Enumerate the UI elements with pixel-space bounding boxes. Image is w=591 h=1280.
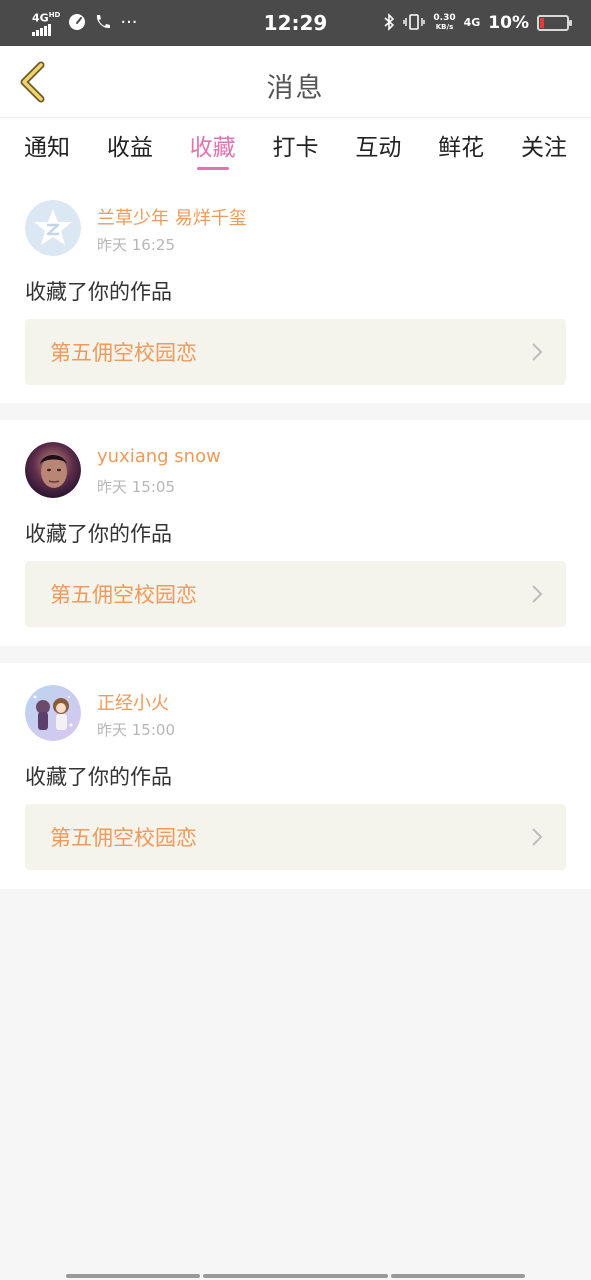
user-name[interactable]: 兰草少年 易烊千玺 bbox=[97, 204, 247, 230]
work-title: 第五佣空校园恋 bbox=[50, 583, 197, 607]
battery-icon bbox=[537, 15, 572, 31]
timestamp: 昨天 16:25 bbox=[97, 236, 175, 254]
work-title: 第五佣空校园恋 bbox=[50, 341, 197, 365]
action-text: 收藏了你的作品 bbox=[25, 280, 172, 304]
user-name[interactable]: yuxiang snow bbox=[97, 446, 221, 467]
tab-bar: 通知 收益 收藏 打卡 互动 鲜花 关注 bbox=[0, 118, 591, 178]
message-card: 兰草少年 易烊千玺 昨天 16:25 收藏了你的作品 第五佣空校园恋 bbox=[0, 178, 591, 403]
status-right: 0.30 KB/s 4G 10% bbox=[383, 12, 572, 34]
header: 消息 bbox=[0, 46, 591, 118]
timestamp: 昨天 15:05 bbox=[97, 478, 175, 496]
tab-favorites[interactable]: 收藏 bbox=[190, 118, 236, 178]
action-text: 收藏了你的作品 bbox=[25, 765, 172, 789]
speedometer-icon bbox=[68, 13, 86, 34]
more-dots-icon: ··· bbox=[120, 12, 138, 33]
chevron-right-icon bbox=[532, 828, 543, 846]
tab-notifications[interactable]: 通知 bbox=[24, 118, 70, 178]
chevron-right-icon bbox=[532, 585, 543, 603]
tab-flowers[interactable]: 鲜花 bbox=[438, 118, 484, 178]
network2-label: 4G bbox=[463, 16, 481, 29]
work-link[interactable]: 第五佣空校园恋 bbox=[25, 804, 566, 870]
chevron-right-icon bbox=[532, 343, 543, 361]
work-link[interactable]: 第五佣空校园恋 bbox=[25, 561, 566, 627]
nav-home-gesture[interactable] bbox=[203, 1274, 388, 1278]
work-title: 第五佣空校园恋 bbox=[50, 826, 197, 850]
user-name[interactable]: 正经小火 bbox=[97, 689, 169, 715]
bluetooth-icon bbox=[383, 12, 395, 34]
status-left: 4GHD ··· bbox=[32, 10, 138, 36]
page-title: 消息 bbox=[266, 73, 325, 104]
battery-percent: 10% bbox=[488, 13, 529, 33]
avatar[interactable] bbox=[25, 442, 81, 498]
timestamp: 昨天 15:00 bbox=[97, 721, 175, 739]
network-label: 4GHD bbox=[32, 11, 61, 25]
phone-call-icon bbox=[94, 13, 112, 34]
default-star-avatar-icon bbox=[25, 200, 81, 256]
action-text: 收藏了你的作品 bbox=[25, 522, 172, 546]
anime-avatar-icon bbox=[25, 685, 81, 741]
nav-recents-gesture[interactable] bbox=[66, 1274, 200, 1278]
status-bar: 4GHD ··· 12:29 0.30 KB/s 4G 10% bbox=[0, 0, 591, 46]
network-speed: 0.30 KB/s bbox=[433, 13, 456, 32]
nav-back-gesture[interactable] bbox=[391, 1274, 525, 1278]
message-card: yuxiang snow 昨天 15:05 收藏了你的作品 第五佣空校园恋 bbox=[0, 420, 591, 646]
tab-checkin[interactable]: 打卡 bbox=[272, 118, 318, 178]
signal-indicator: 4GHD bbox=[32, 10, 60, 36]
tab-interaction[interactable]: 互动 bbox=[355, 118, 401, 178]
tab-follow[interactable]: 关注 bbox=[521, 118, 567, 178]
message-card: 正经小火 昨天 15:00 收藏了你的作品 第五佣空校园恋 bbox=[0, 663, 591, 889]
avatar[interactable] bbox=[25, 685, 81, 741]
tab-earnings[interactable]: 收益 bbox=[107, 118, 153, 178]
vibrate-icon bbox=[403, 13, 426, 34]
user-photo-icon bbox=[25, 442, 81, 498]
avatar[interactable] bbox=[25, 200, 81, 256]
work-link[interactable]: 第五佣空校园恋 bbox=[25, 319, 566, 385]
signal-bars-icon bbox=[32, 23, 51, 36]
